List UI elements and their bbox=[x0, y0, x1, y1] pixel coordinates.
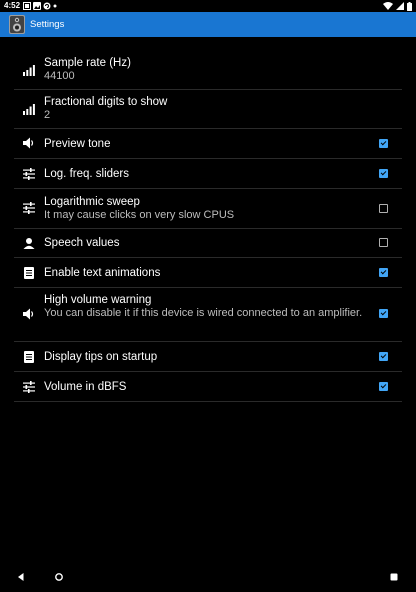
setting-sample-rate[interactable]: Sample rate (Hz) 44100 bbox=[14, 50, 402, 90]
logarithmic-sweep-checkbox[interactable] bbox=[379, 204, 388, 213]
dot-icon bbox=[53, 4, 57, 8]
setting-preview-tone[interactable]: Preview tone bbox=[14, 129, 402, 159]
status-bar: 4:52 bbox=[0, 0, 416, 12]
wifi-icon bbox=[383, 2, 393, 10]
recents-icon[interactable] bbox=[389, 572, 399, 582]
setting-title: Sample rate (Hz) bbox=[44, 57, 131, 69]
setting-logarithmic-sweep[interactable]: Logarithmic sweep It may cause clicks on… bbox=[14, 189, 402, 229]
sliders-icon bbox=[23, 381, 35, 393]
setting-title: Fractional digits to show bbox=[44, 96, 168, 108]
setting-summary: You can disable it if this device is wir… bbox=[44, 307, 363, 319]
battery-icon bbox=[407, 1, 412, 11]
setting-title: Log. freq. sliders bbox=[44, 168, 130, 180]
setting-title: High volume warning bbox=[44, 294, 152, 306]
setting-title: Volume in dBFS bbox=[44, 381, 127, 393]
tips-on-startup-checkbox[interactable] bbox=[379, 352, 388, 361]
setting-log-freq-sliders[interactable]: Log. freq. sliders bbox=[14, 159, 402, 189]
sync-icon bbox=[43, 2, 51, 10]
preview-tone-checkbox[interactable] bbox=[379, 139, 388, 148]
setting-text-animations[interactable]: Enable text animations bbox=[14, 258, 402, 288]
speaker-icon bbox=[23, 308, 34, 320]
signal-bars-icon bbox=[23, 65, 35, 76]
speaker-icon bbox=[23, 137, 34, 149]
person-icon bbox=[23, 238, 35, 249]
document-icon bbox=[24, 267, 34, 279]
page-title: Settings bbox=[30, 19, 65, 30]
sliders-icon bbox=[23, 168, 35, 180]
document-icon bbox=[24, 351, 34, 363]
status-time: 4:52 bbox=[4, 1, 21, 10]
photo-icon bbox=[33, 2, 41, 10]
setting-speech-values[interactable]: Speech values bbox=[14, 229, 402, 258]
back-icon[interactable] bbox=[16, 572, 26, 582]
setting-volume-dbfs[interactable]: Volume in dBFS bbox=[14, 372, 402, 402]
speech-values-checkbox[interactable] bbox=[379, 238, 388, 247]
setting-title: Preview tone bbox=[44, 138, 111, 150]
setting-high-volume-warning[interactable]: High volume warning You can disable it i… bbox=[14, 288, 402, 342]
setting-fractional-digits[interactable]: Fractional digits to show 2 bbox=[14, 90, 402, 129]
high-volume-warning-checkbox[interactable] bbox=[379, 309, 388, 318]
log-freq-sliders-checkbox[interactable] bbox=[379, 169, 388, 178]
text-animations-checkbox[interactable] bbox=[379, 268, 388, 277]
status-right-icons bbox=[383, 0, 412, 12]
setting-summary: It may cause clicks on very slow CPUS bbox=[44, 209, 235, 221]
volume-dbfs-checkbox[interactable] bbox=[379, 382, 388, 391]
setting-title: Speech values bbox=[44, 237, 120, 249]
setting-title: Enable text animations bbox=[44, 267, 161, 279]
setting-title: Display tips on startup bbox=[44, 351, 158, 363]
home-icon[interactable] bbox=[54, 572, 64, 582]
signal-bars-icon bbox=[23, 104, 35, 115]
notification-icon bbox=[23, 2, 31, 10]
setting-value: 44100 bbox=[44, 70, 75, 82]
app-bar: Settings bbox=[0, 12, 416, 37]
setting-value: 2 bbox=[44, 109, 51, 121]
signal-icon bbox=[396, 2, 404, 10]
settings-list: Sample rate (Hz) 44100 Fractional digits… bbox=[14, 50, 402, 402]
speaker-app-icon[interactable] bbox=[8, 15, 26, 34]
sliders-icon bbox=[23, 202, 35, 214]
setting-title: Logarithmic sweep bbox=[44, 196, 140, 208]
setting-tips-on-startup[interactable]: Display tips on startup bbox=[14, 342, 402, 372]
navigation-bar bbox=[0, 562, 416, 592]
